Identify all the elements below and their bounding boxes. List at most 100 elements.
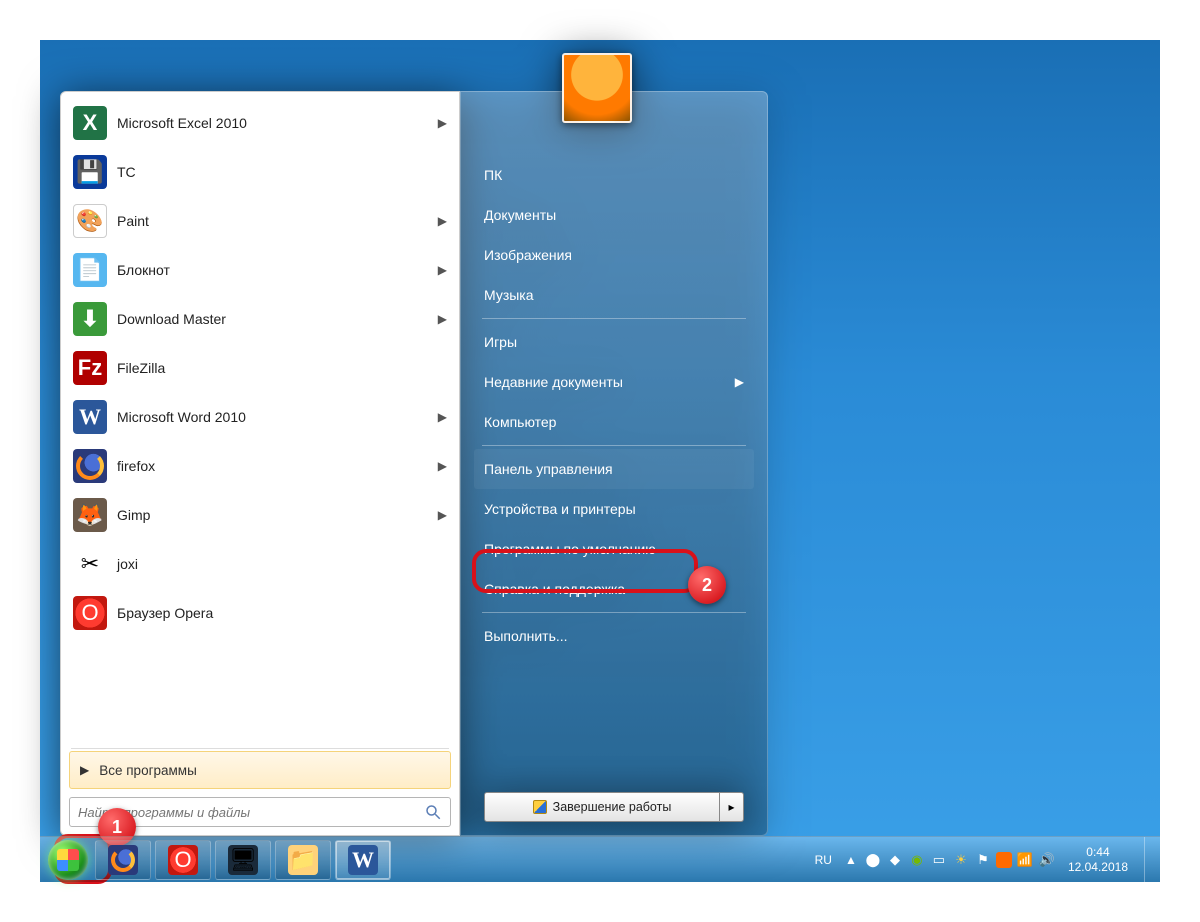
- program-item-opera[interactable]: O Браузер Opera: [67, 588, 453, 637]
- network-icon[interactable]: 📶: [1016, 851, 1034, 869]
- taskbar-clock[interactable]: 0:44 12.04.2018: [1060, 845, 1136, 874]
- chevron-right-icon: ▶: [438, 508, 447, 522]
- program-label: Paint: [117, 213, 428, 229]
- start-button[interactable]: [44, 837, 92, 883]
- recent-programs-list: XMicrosoft Excel 2010▶💾TC🎨Paint▶📄Блокнот…: [67, 98, 453, 746]
- desktop-frame: XMicrosoft Excel 2010▶💾TC🎨Paint▶📄Блокнот…: [40, 40, 1160, 882]
- windows-orb-icon: [48, 840, 88, 880]
- program-label: Download Master: [117, 311, 428, 327]
- tray-icon[interactable]: ⚑: [974, 851, 992, 869]
- chevron-right-icon: ▶: [735, 375, 744, 389]
- word-icon: W: [73, 400, 107, 434]
- divider: [71, 748, 449, 749]
- chevron-right-icon: ▶: [438, 410, 447, 424]
- menu-games[interactable]: Игры: [474, 322, 754, 362]
- annotation-badge-2: 2: [688, 566, 726, 604]
- fz-icon: Fz: [73, 351, 107, 385]
- menu-recent-documents[interactable]: Недавние документы▶: [474, 362, 754, 402]
- shutdown-button[interactable]: Завершение работы: [484, 792, 720, 822]
- shield-icon: [533, 800, 547, 814]
- chevron-right-icon: ▶: [438, 263, 447, 277]
- menu-devices-printers[interactable]: Устройства и принтеры: [474, 489, 754, 529]
- program-label: Microsoft Word 2010: [117, 409, 428, 425]
- program-item-save[interactable]: 💾 TC: [67, 147, 453, 196]
- program-item-excel[interactable]: X Microsoft Excel 2010 ▶: [67, 98, 453, 147]
- program-item-dm[interactable]: ⬇ Download Master ▶: [67, 294, 453, 343]
- clock-date: 12.04.2018: [1068, 860, 1128, 874]
- taskbar-pinned-explorer[interactable]: 📁: [275, 840, 331, 880]
- clock-time: 0:44: [1068, 845, 1128, 859]
- program-item-paint[interactable]: 🎨Paint▶: [67, 196, 453, 245]
- firefox-icon: [108, 845, 138, 875]
- program-label: firefox: [117, 458, 428, 474]
- chevron-right-icon: ▶: [438, 214, 447, 228]
- chevron-right-icon: ▶: [438, 312, 447, 326]
- menu-control-panel[interactable]: Панель управления: [474, 449, 754, 489]
- opera-icon: O: [73, 596, 107, 630]
- shutdown-options-button[interactable]: ▸: [720, 792, 744, 822]
- tray-icon[interactable]: ◆: [886, 851, 904, 869]
- taskbar-pinned-opera[interactable]: O: [155, 840, 211, 880]
- note-icon: 📄: [73, 253, 107, 287]
- program-item-joxi[interactable]: ✂ joxi: [67, 539, 453, 588]
- program-item-ff[interactable]: firefox ▶: [67, 441, 453, 490]
- menu-computer[interactable]: Компьютер: [474, 402, 754, 442]
- tray-icon[interactable]: ▭: [930, 851, 948, 869]
- save-icon: 💾: [73, 155, 107, 189]
- tray-icon[interactable]: [996, 852, 1012, 868]
- shutdown-row: Завершение работы ▸: [474, 792, 754, 828]
- taskbar-app-word[interactable]: W: [335, 840, 391, 880]
- tray-icon[interactable]: ⬤: [864, 851, 882, 869]
- program-label: Блокнот: [117, 262, 428, 278]
- show-desktop-button[interactable]: [1144, 837, 1156, 883]
- all-programs-label: Все программы: [99, 763, 197, 778]
- program-label: TC: [117, 164, 447, 180]
- separator: [482, 612, 746, 613]
- taskbar-pinned-firefox[interactable]: [95, 840, 151, 880]
- menu-run[interactable]: Выполнить...: [474, 616, 754, 656]
- monitor-icon: 🖥: [228, 845, 258, 875]
- tray-expand-icon[interactable]: ▲: [842, 851, 860, 869]
- excel-icon: X: [73, 106, 107, 140]
- menu-documents[interactable]: Документы: [474, 195, 754, 235]
- chevron-right-icon: ▶: [438, 116, 447, 130]
- start-menu: XMicrosoft Excel 2010▶💾TC🎨Paint▶📄Блокнот…: [60, 91, 768, 836]
- separator: [482, 318, 746, 319]
- program-label: Gimp: [117, 507, 428, 523]
- program-item-word[interactable]: W Microsoft Word 2010 ▶: [67, 392, 453, 441]
- start-menu-left-pane: XMicrosoft Excel 2010▶💾TC🎨Paint▶📄Блокнот…: [60, 91, 460, 836]
- menu-default-programs[interactable]: Программы по умолчанию: [474, 529, 754, 569]
- program-label: Microsoft Excel 2010: [117, 115, 428, 131]
- separator: [482, 445, 746, 446]
- all-programs-button[interactable]: ▶ Все программы: [69, 751, 451, 789]
- volume-icon[interactable]: 🔊: [1038, 851, 1056, 869]
- start-menu-right-pane: ПК Документы Изображения Музыка Игры Нед…: [460, 91, 768, 836]
- joxi-icon: ✂: [73, 547, 107, 581]
- program-item-gimp[interactable]: 🦊 Gimp ▶: [67, 490, 453, 539]
- program-item-note[interactable]: 📄 Блокнот ▶: [67, 245, 453, 294]
- play-icon: ▶: [80, 763, 89, 777]
- menu-pictures[interactable]: Изображения: [474, 235, 754, 275]
- menu-music[interactable]: Музыка: [474, 275, 754, 315]
- program-label: joxi: [117, 556, 447, 572]
- search-icon: [424, 803, 442, 821]
- gimp-icon: 🦊: [73, 498, 107, 532]
- program-label: Браузер Opera: [117, 605, 447, 621]
- chevron-right-icon: ▶: [438, 459, 447, 473]
- word-icon: W: [348, 845, 378, 875]
- dm-icon: ⬇: [73, 302, 107, 336]
- taskbar-pinned-monitor[interactable]: 🖥: [215, 840, 271, 880]
- menu-pc[interactable]: ПК: [474, 155, 754, 195]
- chevron-right-icon: ▸: [728, 800, 734, 814]
- user-picture[interactable]: [562, 53, 632, 123]
- program-item-fz[interactable]: Fz FileZilla: [67, 343, 453, 392]
- opera-icon: O: [168, 845, 198, 875]
- program-label: FileZilla: [117, 360, 447, 376]
- language-indicator[interactable]: RU: [809, 853, 838, 867]
- tray-icon[interactable]: ☀: [952, 851, 970, 869]
- ff-icon: [73, 449, 107, 483]
- shutdown-label: Завершение работы: [553, 800, 672, 814]
- tray-icon[interactable]: ◉: [908, 851, 926, 869]
- explorer-icon: 📁: [288, 845, 318, 875]
- taskbar-left: O 🖥 📁 W: [44, 837, 392, 883]
